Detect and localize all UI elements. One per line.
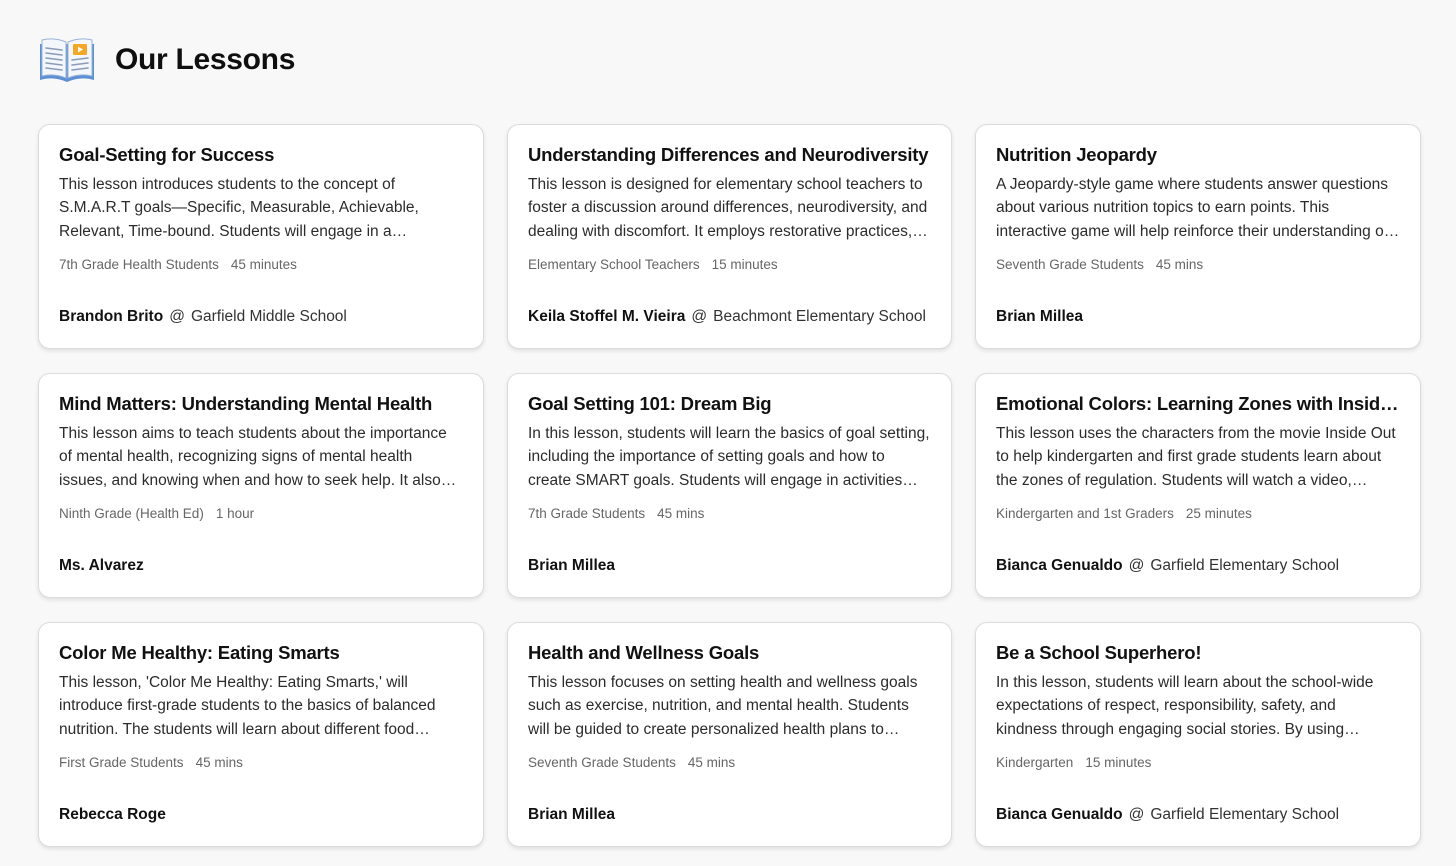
lesson-title[interactable]: Color Me Healthy: Eating Smarts (59, 642, 463, 664)
lesson-duration: 45 mins (687, 755, 736, 770)
author-school[interactable]: Beachmont Elementary School (713, 307, 926, 327)
lesson-author-line: Brian Millea (528, 556, 615, 576)
lesson-card[interactable]: Understanding Differences and Neurodiver… (507, 124, 952, 349)
author-school[interactable]: Garfield Elementary School (1150, 805, 1339, 825)
lesson-author-line: Bianca Genualdo @ Garfield Elementary Sc… (996, 805, 1339, 825)
lesson-meta: Kindergarten and 1st Graders 25 minutes (996, 505, 1400, 523)
lesson-description: In this lesson, students will learn abou… (996, 674, 1374, 738)
lesson-author-line: Ms. Alvarez (59, 556, 144, 576)
lesson-title[interactable]: Goal-Setting for Success (59, 144, 463, 166)
lesson-description: This lesson uses the characters from the… (996, 425, 1396, 489)
author-name[interactable]: Ms. Alvarez (59, 556, 144, 576)
lesson-meta: Seventh Grade Students 45 mins (996, 256, 1400, 274)
lesson-card[interactable]: Color Me Healthy: Eating Smarts This les… (38, 622, 484, 847)
author-school[interactable]: Garfield Elementary School (1150, 556, 1339, 576)
lesson-duration: 15 minutes (711, 257, 778, 272)
lesson-audience: First Grade Students (59, 755, 184, 770)
author-name[interactable]: Brian Millea (528, 556, 615, 576)
lesson-description: This lesson introduces students to the c… (59, 176, 419, 240)
lesson-meta: 7th Grade Students 45 mins (528, 505, 931, 523)
page-title: Our Lessons (115, 43, 296, 76)
lesson-description: This lesson focuses on setting health an… (528, 674, 918, 738)
lesson-duration: 45 mins (1155, 257, 1204, 272)
lesson-card[interactable]: Health and Wellness Goals This lesson fo… (507, 622, 952, 847)
lesson-meta: First Grade Students 45 mins (59, 754, 463, 772)
lesson-audience: Kindergarten (996, 755, 1074, 770)
author-name[interactable]: Bianca Genualdo (996, 805, 1123, 825)
lesson-description: This lesson aims to teach students about… (59, 425, 447, 489)
lesson-card[interactable]: Nutrition Jeopardy A Jeopardy-style game… (975, 124, 1421, 349)
author-at-sign: @ (1128, 806, 1145, 823)
page-header: Our Lessons (38, 36, 295, 84)
lesson-duration: 25 minutes (1185, 506, 1252, 521)
lesson-duration: 45 mins (657, 506, 705, 521)
lesson-description: This lesson, 'Color Me Healthy: Eating S… (59, 674, 436, 738)
lesson-title[interactable]: Emotional Colors: Learning Zones with In… (996, 393, 1400, 415)
lesson-card[interactable]: Emotional Colors: Learning Zones with In… (975, 373, 1421, 598)
author-at-sign: @ (169, 308, 185, 325)
open-book-icon (40, 38, 94, 82)
author-at-sign: @ (691, 308, 708, 325)
lesson-author-line: Brian Millea (528, 805, 615, 825)
lesson-duration: 1 hour (215, 506, 255, 521)
lesson-meta: Seventh Grade Students 45 mins (528, 754, 931, 772)
lesson-duration: 45 mins (195, 755, 243, 770)
lesson-title[interactable]: Health and Wellness Goals (528, 642, 931, 664)
lesson-duration: 45 minutes (230, 257, 297, 272)
lesson-meta: Ninth Grade (Health Ed) 1 hour (59, 505, 463, 523)
lesson-audience: Seventh Grade Students (996, 257, 1144, 272)
lesson-description: This lesson is designed for elementary s… (528, 176, 928, 240)
lesson-description: A Jeopardy-style game where students ans… (996, 176, 1400, 240)
lesson-author-line: Brian Millea (996, 307, 1083, 327)
lesson-author-line: Keila Stoffel M. Vieira @ Beachmont Elem… (528, 307, 926, 327)
author-name[interactable]: Rebecca Roge (59, 805, 166, 825)
lesson-audience: Elementary School Teachers (528, 257, 700, 272)
lesson-title[interactable]: Mind Matters: Understanding Mental Healt… (59, 393, 463, 415)
lesson-meta: Elementary School Teachers 15 minutes (528, 256, 931, 274)
lesson-title[interactable]: Goal Setting 101: Dream Big (528, 393, 931, 415)
author-name[interactable]: Brian Millea (528, 805, 615, 825)
lesson-author-line: Brandon Brito @ Garfield Middle School (59, 307, 347, 327)
lesson-audience: Ninth Grade (Health Ed) (59, 506, 204, 521)
lesson-card[interactable]: Goal Setting 101: Dream Big In this less… (507, 373, 952, 598)
lesson-card[interactable]: Be a School Superhero! In this lesson, s… (975, 622, 1421, 847)
lessons-page: Our Lessons Goal-Setting for Success Thi… (0, 0, 1456, 866)
lesson-audience: 7th Grade Health Students (59, 257, 219, 272)
author-name[interactable]: Brandon Brito (59, 307, 163, 327)
author-name[interactable]: Keila Stoffel M. Vieira (528, 307, 685, 327)
author-name[interactable]: Bianca Genualdo (996, 556, 1123, 576)
author-name[interactable]: Brian Millea (996, 307, 1083, 327)
lesson-title[interactable]: Nutrition Jeopardy (996, 144, 1400, 166)
lesson-description: In this lesson, students will learn the … (528, 425, 930, 489)
lesson-title[interactable]: Be a School Superhero! (996, 642, 1400, 664)
author-school[interactable]: Garfield Middle School (191, 307, 347, 327)
lesson-meta: 7th Grade Health Students 45 minutes (59, 256, 463, 274)
lesson-card[interactable]: Mind Matters: Understanding Mental Healt… (38, 373, 484, 598)
lesson-meta: Kindergarten 15 minutes (996, 754, 1400, 772)
lesson-author-line: Rebecca Roge (59, 805, 166, 825)
lesson-grid: Goal-Setting for Success This lesson int… (38, 124, 1422, 847)
lesson-audience: Seventh Grade Students (528, 755, 676, 770)
lesson-audience: Kindergarten and 1st Graders (996, 506, 1174, 521)
author-at-sign: @ (1128, 557, 1145, 574)
lesson-author-line: Bianca Genualdo @ Garfield Elementary Sc… (996, 556, 1339, 576)
lesson-audience: 7th Grade Students (528, 506, 646, 521)
lesson-title[interactable]: Understanding Differences and Neurodiver… (528, 144, 931, 166)
lesson-card[interactable]: Goal-Setting for Success This lesson int… (38, 124, 484, 349)
lesson-duration: 15 minutes (1085, 755, 1152, 770)
